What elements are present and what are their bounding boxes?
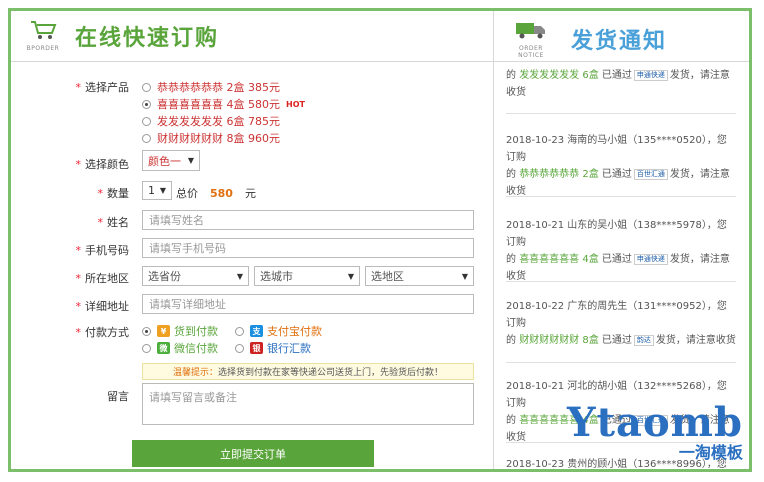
payment-bank[interactable]: 银银行汇款	[235, 340, 311, 356]
cash-icon: ¥	[157, 325, 170, 337]
payment-label: * 付款方式	[75, 326, 130, 339]
payment-radio-cod[interactable]	[142, 326, 151, 336]
payment-radio-bank[interactable]	[235, 343, 244, 353]
truck-logo: ORDER NOTICE	[511, 19, 551, 59]
address-input[interactable]: 请填写详细地址	[142, 294, 474, 314]
product-radio-4[interactable]	[142, 133, 151, 143]
wechat-icon: 微	[157, 342, 170, 354]
chevron-down-icon: ▼	[159, 186, 166, 195]
truck-icon	[516, 23, 545, 39]
qty-select[interactable]: 1 ▼	[142, 181, 172, 200]
product-label: * 选择产品	[75, 81, 130, 94]
alipay-icon: 支	[250, 325, 263, 337]
chevron-down-icon: ▼	[347, 271, 354, 281]
payment-tip: 温馨提示： 选择货到付款在家等快递公司送货上门，先验货后付款！	[142, 363, 474, 380]
province-select[interactable]: 选省份 ▼	[142, 266, 249, 286]
watermark-logo: Ytaomb 一淘模板	[567, 399, 743, 463]
chevron-down-icon: ▼	[461, 271, 468, 281]
chevron-down-icon: ▼	[236, 271, 243, 281]
product-option-3[interactable]: 发发发发发发 6盒 785元	[142, 113, 280, 129]
notice-title-block: ORDER NOTICE 发货通知	[511, 19, 667, 59]
product-option-4[interactable]: 财财财财财财 8盒 960元	[142, 130, 280, 146]
notice-item: 2018-10-22 广东的周先生（131****0952），您订购 的 财财财…	[506, 298, 736, 363]
notice-item: 的 发发发发发发 6盒 已通过 申通快递 发货，请注意收货	[506, 67, 736, 114]
product-radio-1[interactable]	[142, 82, 151, 92]
chevron-down-icon: ▼	[187, 156, 194, 165]
color-label: * 选择颜色	[75, 158, 130, 171]
payment-alipay[interactable]: 支支付宝付款	[235, 323, 322, 339]
cart-logo-text: BPORDER	[26, 45, 60, 52]
district-select[interactable]: 选地区 ▼	[365, 266, 474, 286]
notice-item: 2018-10-23 海南的马小姐（135****0520），您订购 的 恭恭恭…	[506, 132, 736, 200]
courier-logo: 韵达	[633, 334, 654, 346]
notice-item: 2018-10-21 山东的吴小姐（138****5978），您订购 的 喜喜喜…	[506, 217, 736, 285]
name-input[interactable]: 请填写姓名	[142, 210, 474, 230]
notice-title: 发货通知	[571, 29, 668, 54]
truck-logo-text: ORDER NOTICE	[518, 45, 544, 59]
courier-logo: 申通快递	[633, 69, 668, 81]
region-label: * 所在地区	[75, 272, 130, 285]
order-title-block: BPORDER 在线快速订购	[23, 19, 219, 52]
order-frame: BPORDER 在线快速订购 ORDER NOTICE 发货通知 * 选择产品 恭…	[8, 8, 752, 472]
name-label: * 姓名	[97, 216, 130, 229]
qty-label: * 数量	[97, 187, 130, 200]
submit-order-button[interactable]: 立即提交订单	[132, 440, 374, 467]
payment-radio-wechat[interactable]	[142, 343, 151, 353]
phone-input[interactable]: 请填写手机号码	[142, 238, 474, 258]
cart-icon	[31, 21, 57, 39]
product-radio-2[interactable]	[142, 99, 151, 109]
phone-label: * 手机号码	[75, 244, 130, 257]
bank-card-icon: 银	[250, 342, 263, 354]
color-select[interactable]: 颜色一 ▼	[142, 150, 200, 171]
courier-logo: 申通快递	[633, 253, 668, 265]
product-radio-3[interactable]	[142, 116, 151, 126]
address-label: * 详细地址	[75, 300, 130, 313]
payment-radio-alipay[interactable]	[235, 326, 244, 336]
product-option-1[interactable]: 恭恭恭恭恭恭 2盒 385元	[142, 79, 280, 95]
hot-badge: HOT	[286, 99, 305, 109]
message-label: 留言	[107, 390, 129, 403]
product-option-2[interactable]: 喜喜喜喜喜喜 4盒 580元 HOT	[142, 96, 305, 112]
courier-logo: 百世汇通	[633, 168, 668, 180]
payment-wechat[interactable]: 微微信付款	[142, 340, 218, 356]
message-textarea[interactable]: 请填写留言或备注	[142, 383, 474, 425]
city-select[interactable]: 选城市 ▼	[254, 266, 360, 286]
header-bar: BPORDER 在线快速订购 ORDER NOTICE 发货通知	[11, 11, 749, 62]
payment-cod[interactable]: ¥ 货到付款	[142, 323, 218, 339]
cart-logo: BPORDER	[23, 19, 63, 52]
total-price: 总价 580 元	[176, 186, 256, 201]
order-title: 在线快速订购	[75, 25, 220, 51]
